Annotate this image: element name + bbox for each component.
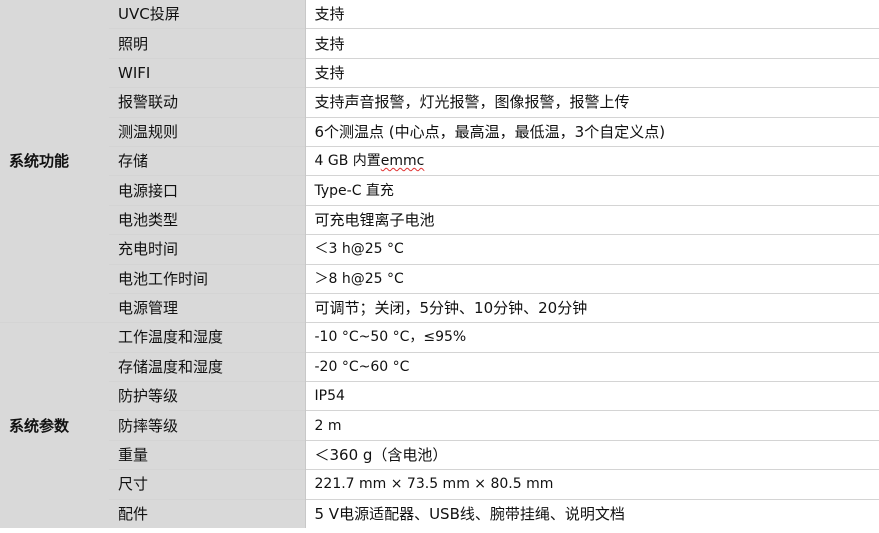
spec-value: ＞8 h@25 °C: [305, 263, 879, 294]
spec-name: 报警联动: [109, 87, 306, 118]
spec-name: 存储: [109, 145, 306, 176]
table-row: 防摔等级 2 m: [0, 410, 879, 441]
spec-value: 支持: [305, 0, 879, 29]
table-row: 尺寸 221.7 mm × 73.5 mm × 80.5 mm: [0, 469, 879, 500]
table-row: 系统功能 UVC投屏 支持: [0, 0, 879, 323]
spec-name: 充电时间: [109, 234, 306, 265]
spec-name: 重量: [109, 439, 306, 470]
table-row: 重量 ＜360 g（含电池）: [0, 439, 879, 470]
table-row: 系统参数 工作温度和湿度 -10 °C~50 °C，≤95%: [0, 322, 879, 529]
spec-name: 电池工作时间: [109, 263, 306, 294]
table-row: 报警联动 支持声音报警，灯光报警，图像报警，报警上传: [0, 87, 879, 118]
spec-value: 6个测温点 (中心点，最高温，最低温，3个自定义点): [305, 116, 879, 147]
spec-name: 防护等级: [109, 381, 306, 411]
spec-value: -20 °C~60 °C: [305, 351, 879, 382]
spec-name: 电源管理: [109, 292, 306, 323]
spec-name: 电源接口: [109, 175, 306, 206]
spec-value: 支持: [305, 57, 879, 88]
table-row: 电源接口 Type-C 直充: [0, 175, 879, 206]
spellcheck-marked-text: emmc: [380, 153, 425, 170]
spec-value: 支持: [305, 28, 879, 59]
spec-name: 尺寸: [109, 469, 306, 500]
spec-name: WIFI: [109, 57, 306, 88]
spec-name: 存储温度和湿度: [109, 351, 306, 382]
spec-name: 电池类型: [109, 204, 306, 235]
spec-value: IP54: [305, 381, 879, 411]
table-row: 防护等级 IP54: [0, 381, 879, 411]
table-row: WIFI 支持: [0, 57, 879, 88]
spec-value: -10 °C~50 °C，≤95%: [305, 322, 879, 353]
spec-name: 配件: [109, 498, 306, 529]
spec-table: 系统功能 UVC投屏 支持 照明 支持 WIFI 支持 报警联动 支持声音报警，…: [0, 0, 879, 529]
spec-value: 2 m: [305, 410, 879, 441]
spec-name: 工作温度和湿度: [109, 322, 306, 353]
spec-value: 可充电锂离子电池: [305, 204, 879, 235]
table-row: 电源管理 可调节；关闭，5分钟、10分钟、20分钟: [0, 292, 879, 323]
table-row: 电池工作时间 ＞8 h@25 °C: [0, 263, 879, 294]
spec-value: ＜360 g（含电池）: [305, 439, 879, 470]
spec-value: 5 V电源适配器、USB线、腕带挂绳、说明文档: [305, 498, 879, 529]
spec-name: 测温规则: [109, 116, 306, 147]
spec-name: 照明: [109, 28, 306, 59]
group-title-system-functions: 系统功能: [0, 0, 109, 323]
spec-value: Type-C 直充: [305, 175, 879, 206]
table-row: 存储温度和湿度 -20 °C~60 °C: [0, 351, 879, 382]
table-row: 测温规则 6个测温点 (中心点，最高温，最低温，3个自定义点): [0, 116, 879, 147]
spec-value: 可调节；关闭，5分钟、10分钟、20分钟: [305, 292, 879, 323]
group-title-system-parameters: 系统参数: [0, 322, 109, 529]
spec-value: 221.7 mm × 73.5 mm × 80.5 mm: [305, 469, 879, 500]
spec-value: 支持声音报警，灯光报警，图像报警，报警上传: [305, 87, 879, 118]
table-row: 电池类型 可充电锂离子电池: [0, 204, 879, 235]
table-row: 照明 支持: [0, 28, 879, 59]
spec-value: 4 GB 内置emmc: [305, 145, 879, 176]
spec-value-text: 4 GB 内置: [314, 153, 381, 170]
table-row: 配件 5 V电源适配器、USB线、腕带挂绳、说明文档: [0, 498, 879, 529]
spec-name: 防摔等级: [109, 410, 306, 441]
table-row: 存储 4 GB 内置emmc: [0, 145, 879, 176]
spec-value: ＜3 h@25 °C: [305, 234, 879, 265]
table-row: 充电时间 ＜3 h@25 °C: [0, 234, 879, 265]
spec-name: UVC投屏: [109, 0, 306, 29]
